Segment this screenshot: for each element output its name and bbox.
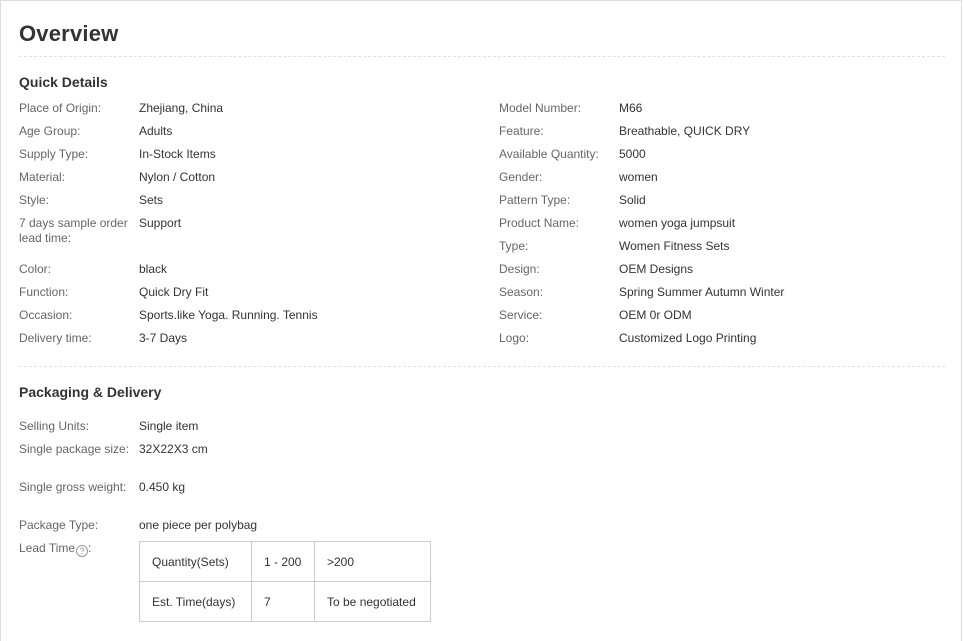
- attribute-label: Design:: [499, 262, 540, 276]
- packaging-row: Package Type: one piece per polybag: [19, 518, 945, 541]
- attribute-row: Design: OEM Designs: [499, 262, 959, 285]
- attribute-label: Age Group:: [19, 124, 81, 138]
- attribute-row: Model Number: M66: [499, 101, 959, 124]
- attribute-label: Occasion:: [19, 308, 73, 322]
- lead-time-label-group: Lead Time?:: [19, 541, 139, 622]
- packaging-label: Package Type:: [19, 518, 99, 532]
- attribute-label: Season:: [499, 285, 544, 299]
- packaging-value: one piece per polybag: [139, 518, 258, 532]
- attribute-value: OEM 0r ODM: [619, 308, 692, 322]
- attribute-value: Sports.like Yoga. Running. Tennis: [139, 308, 318, 322]
- attribute-label: Product Name:: [499, 216, 580, 230]
- packaging-value: 32X22X3 cm: [139, 442, 208, 456]
- attribute-row: Type: Women Fitness Sets: [499, 239, 959, 262]
- attribute-label: Feature:: [499, 124, 544, 138]
- table-cell: 1 - 200: [251, 541, 315, 582]
- attribute-value: women: [619, 170, 658, 184]
- attribute-value: Quick Dry Fit: [139, 285, 209, 299]
- packaging-attributes: Selling Units: Single item Single package…: [19, 419, 945, 541]
- attribute-label: Service:: [499, 308, 543, 322]
- attribute-row: Season: Spring Summer Autumn Winter: [499, 285, 959, 308]
- attribute-row: Place of Origin: Zhejiang, China: [19, 101, 479, 124]
- table-cell: 7: [251, 581, 315, 622]
- attribute-label: Model Number:: [499, 101, 582, 115]
- product-overview-panel: Overview Quick Details Place of Origin: Z…: [0, 0, 962, 641]
- attribute-value: Zhejiang, China: [139, 101, 224, 115]
- attribute-value: Breathable, QUICK DRY: [619, 124, 751, 138]
- divider: [19, 56, 945, 57]
- attribute-label: Style:: [19, 193, 50, 207]
- attributes-left-column: Place of Origin: Zhejiang, China Age Grou…: [19, 101, 479, 354]
- attribute-value: Support: [139, 216, 182, 230]
- packaging-row: Selling Units: Single item: [19, 419, 945, 442]
- page-title: Overview: [19, 21, 119, 46]
- table-row: Est. Time(days) 7 To be negotiated: [139, 581, 431, 622]
- attribute-value: Sets: [139, 193, 164, 207]
- attribute-value: OEM Designs: [619, 262, 694, 276]
- packaging-label: Single gross weight:: [19, 480, 127, 494]
- attribute-value: Customized Logo Printing: [619, 331, 757, 345]
- attribute-label: Function:: [19, 285, 69, 299]
- table-row: Quantity(Sets) 1 - 200 >200: [139, 541, 431, 582]
- attribute-value: black: [139, 262, 168, 276]
- packaging-label: Single package size:: [19, 442, 130, 456]
- attribute-row: Feature: Breathable, QUICK DRY: [499, 124, 959, 147]
- packaging-row: Single package size: 32X22X3 cm: [19, 442, 945, 480]
- attribute-row: Product Name: women yoga jumpsuit: [499, 216, 959, 239]
- attribute-label: Type:: [499, 239, 529, 253]
- attribute-label: Pattern Type:: [499, 193, 571, 207]
- attribute-label: Color:: [19, 262, 52, 276]
- divider: [19, 366, 945, 367]
- attribute-value: In-Stock Items: [139, 147, 216, 161]
- attribute-value: Spring Summer Autumn Winter: [619, 285, 785, 299]
- attribute-value: Women Fitness Sets: [619, 239, 730, 253]
- packaging-value: 0.450 kg: [139, 480, 186, 494]
- attribute-row: Gender: women: [499, 170, 959, 193]
- attribute-row: Occasion: Sports.like Yoga. Running. Tenn…: [19, 308, 479, 331]
- attribute-row: Logo: Customized Logo Printing: [499, 331, 959, 354]
- lead-time-label: Lead Time: [19, 541, 76, 555]
- quick-details-heading: Quick Details: [19, 74, 108, 90]
- attribute-value: women yoga jumpsuit: [619, 216, 736, 230]
- packaging-value: Single item: [139, 419, 199, 433]
- attribute-row: Function: Quick Dry Fit: [19, 285, 479, 308]
- attribute-row: Service: OEM 0r ODM: [499, 308, 959, 331]
- attribute-value: 5000: [619, 147, 646, 161]
- table-cell: To be negotiated: [314, 581, 431, 622]
- attribute-row: Delivery time: 3-7 Days: [19, 331, 479, 354]
- attribute-value: M66: [619, 101, 643, 115]
- attribute-label: Logo:: [499, 331, 530, 345]
- attribute-row: Available Quantity: 5000: [499, 147, 959, 170]
- attribute-row: Style: Sets: [19, 193, 479, 216]
- attribute-label: 7 days sample order lead time:: [19, 216, 128, 245]
- attribute-row: Material: Nylon / Cotton: [19, 170, 479, 193]
- attribute-row: Age Group: Adults: [19, 124, 479, 147]
- attribute-label: Delivery time:: [19, 331, 92, 345]
- table-cell: Quantity(Sets): [139, 541, 252, 582]
- attribute-label: Supply Type:: [19, 147, 89, 161]
- attributes-right-column: Model Number: M66 Feature: Breathable, QUI…: [499, 101, 959, 354]
- attribute-row: 7 days sample order lead time: Support: [19, 216, 479, 262]
- attribute-value: Solid: [619, 193, 646, 207]
- attribute-value: Nylon / Cotton: [139, 170, 216, 184]
- lead-time-table: Quantity(Sets) 1 - 200 >200 Est. Time(da…: [139, 541, 431, 622]
- attribute-row: Pattern Type: Solid: [499, 193, 959, 216]
- attribute-row: Color: black: [19, 262, 479, 285]
- table-cell: Est. Time(days): [139, 581, 252, 622]
- help-icon[interactable]: ?: [76, 545, 89, 557]
- lead-time-row: Lead Time?: Quantity(Sets) 1 - 200 >200 …: [19, 541, 431, 622]
- lead-time-label-suffix: :: [88, 541, 92, 555]
- packaging-row: Single gross weight: 0.450 kg: [19, 480, 945, 518]
- attribute-value: Adults: [139, 124, 173, 138]
- attribute-label: Gender:: [499, 170, 543, 184]
- attribute-label: Available Quantity:: [499, 147, 599, 161]
- attribute-label: Place of Origin:: [19, 101, 102, 115]
- packaging-label: Selling Units:: [19, 419, 90, 433]
- table-cell: >200: [314, 541, 431, 582]
- attribute-row: Supply Type: In-Stock Items: [19, 147, 479, 170]
- attribute-label: Material:: [19, 170, 66, 184]
- attribute-value: 3-7 Days: [139, 331, 188, 345]
- packaging-delivery-heading: Packaging & Delivery: [19, 384, 162, 400]
